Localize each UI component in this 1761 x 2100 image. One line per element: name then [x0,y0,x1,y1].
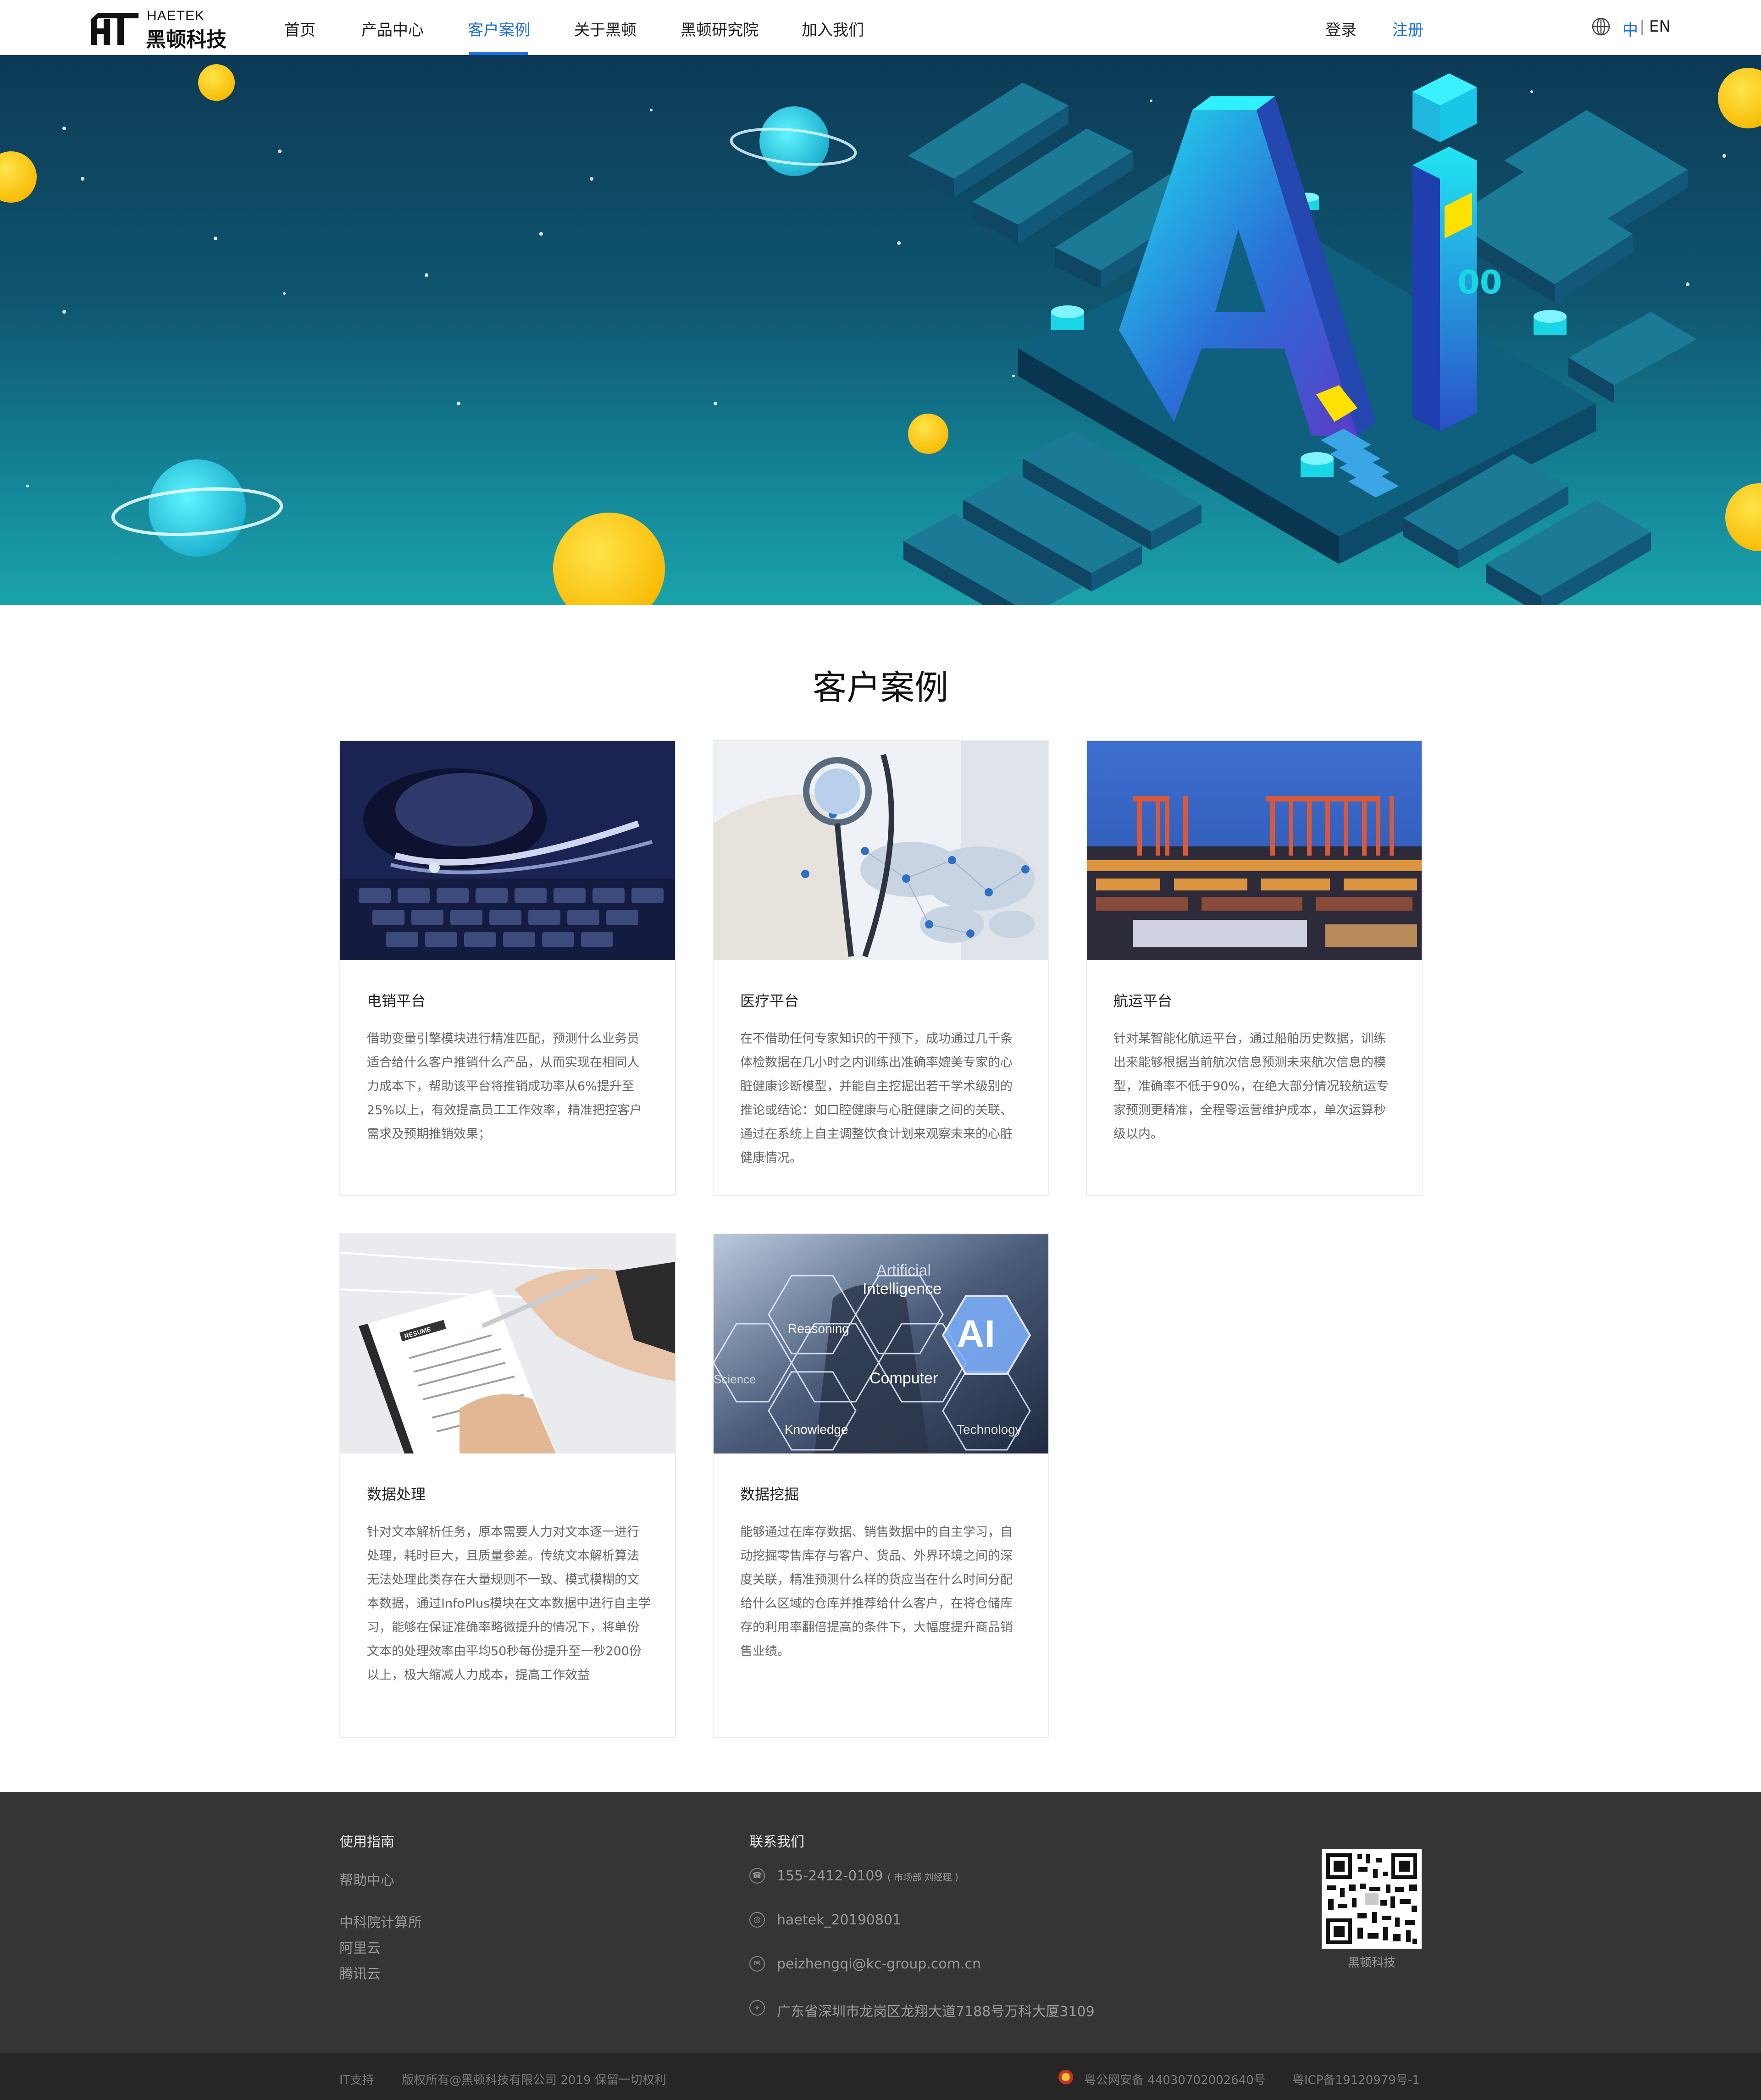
site-footer: 使用指南 帮助中心 中科院计算所 阿里云 腾讯云 联系我们 ☎ 155-2412… [0,1792,1761,2053]
ai-hex-label: AI [957,1312,995,1355]
footer-bottom-bar: IT支持 版权所有@黑顿科技有限公司 2019 保留一切权利 粤公网安备 440… [0,2053,1761,2100]
location-icon: ⌖ [749,2000,765,2016]
icp-record-link[interactable]: 粤ICP备19120979号-1 [1292,2071,1420,2088]
nav-cases[interactable]: 客户案例 [468,17,530,55]
case-description: 针对文本解析任务，原本需要人力对文本逐一进行处理，耗时巨大，且质量参差。传统文本… [367,1525,651,1682]
register-link[interactable]: 注册 [1392,17,1423,40]
globe-icon[interactable] [1591,17,1611,36]
it-support-link[interactable]: IT支持 [339,2071,374,2088]
case-card-data-processing[interactable]: RESUME 数据处理 针对文本解析任务，原本需要人力对文本逐一进行处理，耗时巨… [339,1233,676,1738]
brand-logo[interactable]: HAETEK 黑顿科技 [90,7,227,51]
contact-phone: 155-2412-0109 ( 市场部 刘经理 ) [777,1868,958,1884]
top-header: HAETEK 黑顿科技 首页 产品中心 客户案例 关于黑顿 黑顿研究院 加入我们… [0,0,1761,55]
tencent-cloud-link[interactable]: 腾讯云 [339,1962,381,1983]
nav-research[interactable]: 黑顿研究院 [681,17,759,55]
contact-address: 广东省深圳市龙岗区龙翔大道7188号万科大厦3109 [777,2004,1095,2020]
hero-art-text: 00 [1457,264,1502,301]
case-description: 在不借助任何专家知识的干预下，成功通过几千条体检数据在几小时之内训练出准确率媲美… [740,1032,1013,1165]
lang-zh-option[interactable]: 中 [1623,17,1638,40]
wechat-icon: ◎ [749,1912,765,1928]
case-description: 针对某智能化航运平台，通过船舶历史数据，训练出来能够根据当前航次信息预测未来航次… [1113,1032,1389,1141]
help-center-link[interactable]: 帮助中心 [339,1869,394,1889]
case-description: 能够通过在库存数据、销售数据中的自主学习，自动挖掘零售库存与客户、货品、外界环境… [740,1525,1013,1658]
police-badge-icon [1058,2070,1073,2084]
contact-phone-note: ( 市场部 刘经理 ) [887,1872,958,1883]
contact-heading: 联系我们 [749,1834,804,1850]
hero-banner: 00 [0,55,1761,605]
case-title: 电销平台 [367,992,426,1010]
login-link[interactable]: 登录 [1325,17,1357,40]
case-image-headset [340,741,675,960]
nav-products[interactable]: 产品中心 [361,17,424,55]
nav-about[interactable]: 关于黑顿 [574,17,637,55]
case-image-resume: RESUME [340,1234,675,1453]
lang-divider: | [1639,17,1645,36]
lang-en-option[interactable]: EN [1649,17,1671,36]
aliyun-link[interactable]: 阿里云 [339,1937,381,1957]
case-image-ai-hexagon: AI Artificial Intelligence Reasoning Com… [714,1234,1048,1453]
police-record-link[interactable]: 粤公网安备 44030702002640号 [1084,2071,1266,2088]
nav-home[interactable]: 首页 [284,17,316,55]
case-title: 航运平台 [1113,992,1173,1010]
case-title: 数据挖掘 [740,1486,799,1503]
guide-heading: 使用指南 [339,1834,394,1850]
case-description: 借助变量引擎模块进行精准匹配，预测什么业务员适合给什么客户推销什么产品，从而实现… [367,1032,642,1141]
case-card-telesales[interactable]: 电销平台 借助变量引擎模块进行精准匹配，预测什么业务员适合给什么客户推销什么产品… [339,740,676,1196]
ai-word: Artificial [876,1262,931,1279]
haetek-logo-icon [91,13,138,45]
section-title: 客户案例 [813,668,948,707]
case-image-port [1087,741,1422,960]
ict-cas-link[interactable]: 中科院计算所 [339,1911,422,1931]
ai-word: Intelligence [863,1280,941,1298]
brand-name-cn: 黑顿科技 [146,28,227,51]
phone-icon: ☎ [749,1868,765,1884]
contact-email[interactable]: peizhengqi@kc-group.com.cn [777,1956,981,1972]
ai-word: Knowledge [785,1422,848,1437]
case-title: 医疗平台 [740,992,799,1010]
case-title: 数据处理 [367,1486,426,1503]
ai-word: Reasoning [788,1321,849,1336]
ai-word: Science [714,1372,756,1386]
case-card-data-mining[interactable]: AI Artificial Intelligence Reasoning Com… [713,1233,1049,1738]
ai-word: Technology [957,1422,1022,1437]
qr-caption: 黑顿科技 [1347,1956,1396,1970]
case-image-stethoscope [714,741,1048,960]
case-card-shipping[interactable]: 航运平台 针对某智能化航运平台，通过船舶历史数据，训练出来能够根据当前航次信息预… [1086,740,1423,1196]
brand-name-en: HAETEK [147,8,205,23]
nav-join[interactable]: 加入我们 [802,17,864,55]
hero-illustration: 00 [0,64,1761,605]
case-card-medical[interactable]: 医疗平台 在不借助任何专家知识的干预下，成功通过几千条体检数据在几小时之内训练出… [713,740,1049,1196]
contact-wechat: haetek_20190801 [777,1912,902,1928]
mail-icon: ✉ [749,1956,765,1972]
ai-word: Computer [869,1370,938,1387]
copyright-text: 版权所有@黑顿科技有限公司 2019 保留一切权利 [402,2073,666,2087]
qr-code-image [1322,1849,1422,1949]
